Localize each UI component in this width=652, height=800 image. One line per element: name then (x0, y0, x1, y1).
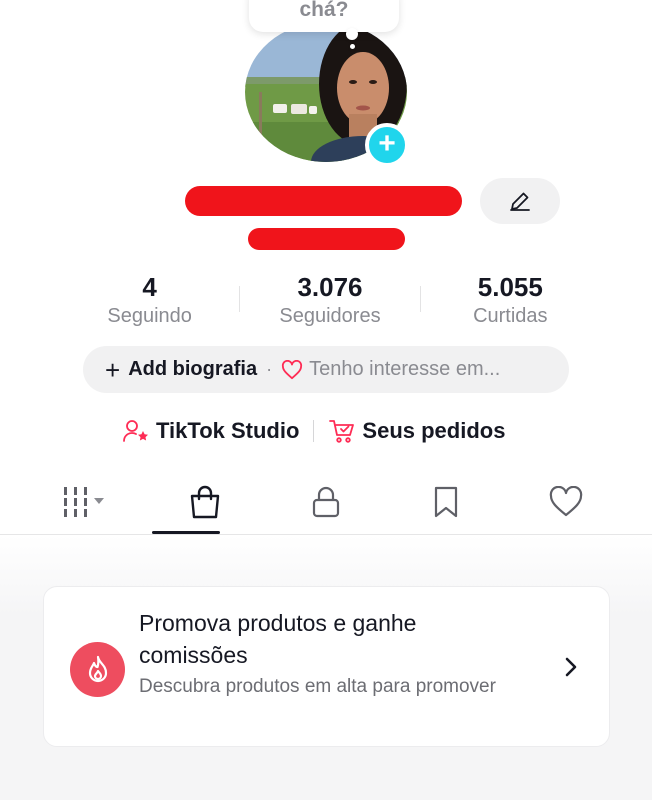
interests-label: Tenho interesse em... (309, 358, 501, 380)
add-bio-label: Add biografia (128, 358, 258, 380)
chevron-right-icon (562, 655, 580, 684)
lock-icon (312, 486, 339, 518)
orders-link[interactable]: Seus pedidos (328, 418, 505, 444)
following-label: Seguindo (107, 305, 192, 327)
bio-separator: · (266, 359, 273, 379)
add-avatar-button[interactable]: + (365, 123, 409, 167)
profile-stats: 4 Seguindo 3.076 Seguidores 5.055 Curtid… (60, 272, 600, 332)
person-star-icon (123, 420, 148, 442)
followers-label: Seguidores (279, 305, 381, 327)
shopping-bag-icon (191, 485, 220, 519)
note-bubble-tail (346, 28, 358, 40)
likes-count: 5.055 (477, 272, 543, 302)
stat-likes[interactable]: 5.055 Curtidas (421, 272, 600, 332)
likes-label: Curtidas (473, 305, 548, 327)
profile-tabs (0, 470, 652, 534)
stat-following[interactable]: 4 Seguindo (60, 272, 239, 332)
note-bubble[interactable]: chá? (249, 0, 399, 32)
tab-liked[interactable] (508, 470, 624, 534)
pencil-icon (510, 192, 530, 211)
fire-icon (88, 655, 107, 682)
tab-saved[interactable] (388, 470, 504, 534)
promo-subtitle: Descubra produtos em alta para promover (139, 676, 496, 697)
tiktok-studio-link[interactable]: TikTok Studio (122, 418, 299, 444)
orders-label: Seus pedidos (362, 418, 506, 443)
bookmark-icon (434, 486, 457, 518)
tab-videos[interactable] (27, 470, 143, 534)
promo-title: Promova produtos e ganhe comissões (139, 610, 417, 668)
plus-icon: + (105, 354, 121, 385)
plus-icon: + (378, 126, 396, 160)
promo-icon-badge (70, 642, 125, 697)
redacted-username (248, 228, 405, 250)
profile-links: TikTok Studio Seus pedidos (122, 414, 505, 448)
bio-pill[interactable]: + Add biografia · Tenho interesse em... (83, 346, 569, 393)
redacted-display-name (185, 186, 462, 216)
edit-profile-button[interactable] (480, 178, 560, 224)
stat-followers[interactable]: 3.076 Seguidores (240, 272, 419, 332)
note-text: chá? (299, 0, 349, 21)
following-count: 4 (142, 272, 157, 302)
tab-shop[interactable] (147, 470, 263, 534)
followers-count: 3.076 (297, 272, 363, 302)
grid-icon (64, 487, 104, 517)
cart-check-icon (329, 420, 355, 443)
promo-card[interactable]: Promova produtos e ganhe comissões Descu… (43, 586, 610, 747)
links-divider (313, 420, 315, 442)
tab-private[interactable] (268, 470, 384, 534)
heart-outline-icon (281, 359, 303, 380)
heart-icon (549, 486, 583, 517)
tiktok-studio-label: TikTok Studio (156, 418, 300, 443)
note-bubble-tail-dot (350, 44, 355, 49)
